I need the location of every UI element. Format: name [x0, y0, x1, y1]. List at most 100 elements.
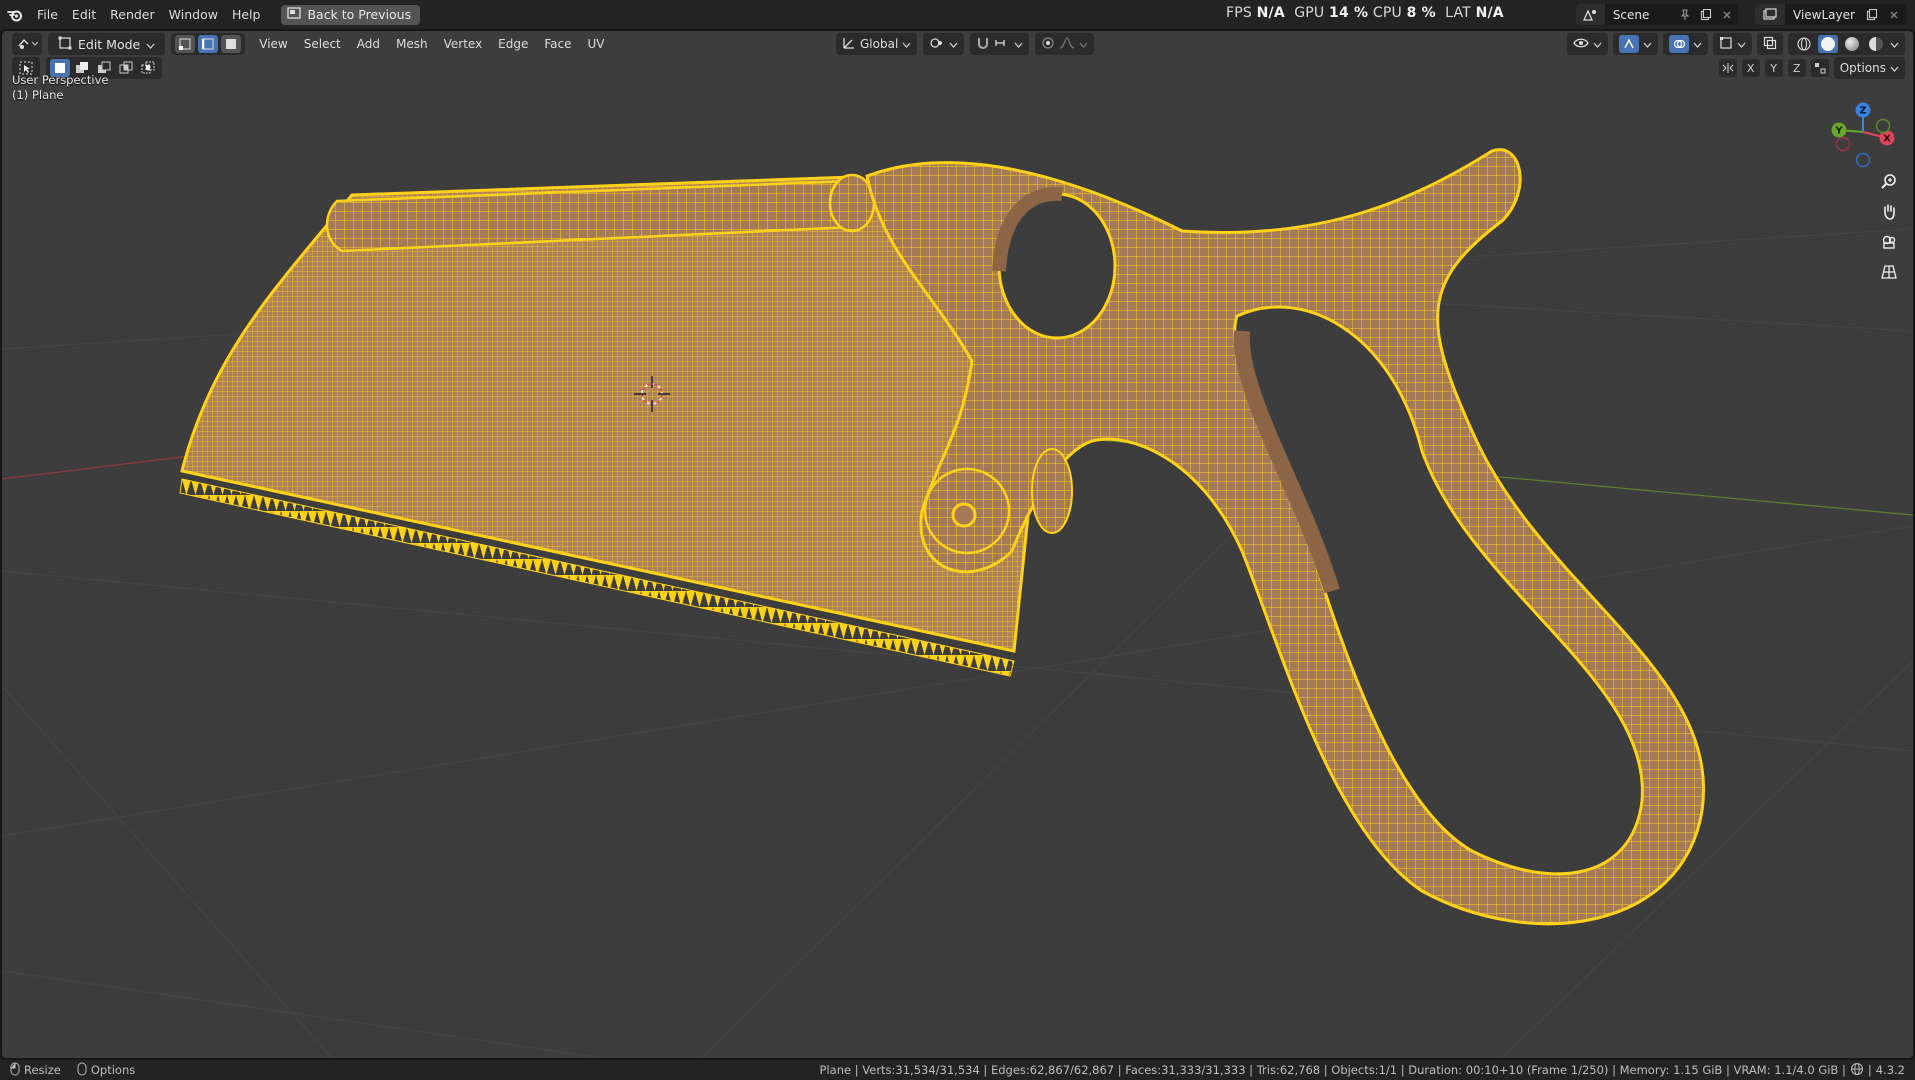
- menu-select[interactable]: Select: [296, 33, 349, 55]
- editor-type-selector[interactable]: [12, 33, 42, 55]
- camera-view-icon[interactable]: [1876, 229, 1902, 255]
- snap-increment-icon: [994, 36, 1010, 53]
- options-label: Options: [1839, 61, 1886, 75]
- vertex-select-button[interactable]: [175, 35, 196, 53]
- gizmo-x-label: X: [1883, 134, 1891, 145]
- mirror-y-button[interactable]: Y: [1764, 59, 1783, 77]
- lat-value: N/A: [1475, 5, 1504, 21]
- blender-logo-icon[interactable]: [0, 5, 30, 25]
- pin-icon[interactable]: [1675, 4, 1696, 25]
- menu-vertex[interactable]: Vertex: [436, 33, 491, 55]
- new-view-layer-icon[interactable]: [1861, 4, 1883, 25]
- top-bar: File Edit Render Window Help Back to Pre…: [0, 0, 1915, 29]
- gizmo-icon[interactable]: [1619, 35, 1639, 53]
- topology-mirror-icon[interactable]: [1810, 59, 1829, 77]
- chevron-down-icon: [1890, 61, 1899, 75]
- lat-label: LAT: [1445, 5, 1471, 21]
- mirror-z-button[interactable]: Z: [1787, 59, 1806, 77]
- chevron-down-icon: [1079, 37, 1088, 51]
- solid-shading-icon[interactable]: [1818, 35, 1838, 53]
- navigation-gizmo[interactable]: Z Y X: [1831, 102, 1895, 168]
- back-to-previous-button[interactable]: Back to Previous: [281, 4, 421, 25]
- face-select-button[interactable]: [221, 35, 242, 53]
- mirror-icon[interactable]: [1718, 59, 1737, 77]
- chevron-down-icon: [949, 37, 958, 51]
- gpu-value: 14 %: [1329, 5, 1369, 21]
- select-mode-group: [171, 33, 246, 55]
- menu-mesh[interactable]: Mesh: [388, 33, 436, 55]
- 3d-viewport[interactable]: Z Y X Edit Mode View Select Add Mesh Ver…: [0, 29, 1915, 1060]
- orientation-selector[interactable]: Global: [836, 33, 918, 55]
- chevron-down-icon: [1643, 37, 1652, 51]
- stats-text: Plane | Verts:31,534/31,534 | Edges:62,8…: [819, 1063, 1846, 1077]
- menu-edge[interactable]: Edge: [490, 33, 536, 55]
- gizmo-y-label: Y: [1834, 126, 1843, 137]
- xray-icon: [1763, 36, 1777, 53]
- viewport-display-controls: [1567, 33, 1905, 55]
- mirror-x-button[interactable]: X: [1741, 59, 1760, 77]
- menu-render[interactable]: Render: [103, 5, 162, 25]
- mouse-left-icon: [10, 1062, 20, 1079]
- new-scene-icon[interactable]: [1696, 4, 1717, 25]
- pivot-icon: [929, 36, 945, 53]
- mouse-right-icon: [77, 1062, 87, 1079]
- menu-file[interactable]: File: [30, 5, 65, 25]
- transform-settings: Global: [836, 33, 1095, 55]
- shading-mode-group: [1788, 33, 1905, 55]
- chevron-down-icon: [146, 37, 155, 52]
- xray-toggle[interactable]: [1757, 33, 1783, 55]
- intersect-selection-icon[interactable]: [138, 59, 158, 77]
- falloff-icon: [1059, 36, 1075, 52]
- mode-label: Edit Mode: [78, 36, 141, 52]
- gizmo-toggle[interactable]: [1613, 33, 1658, 55]
- pivot-point-selector[interactable]: [923, 33, 965, 55]
- snap-magnet-icon: [976, 36, 990, 53]
- view-layer-icon[interactable]: [1755, 4, 1785, 25]
- performance-readout: FPS N/A GPU 14 % CPU 8 % LAT N/A: [1226, 5, 1504, 21]
- view-layer-name[interactable]: ViewLayer: [1785, 8, 1861, 22]
- overlay-toggle[interactable]: [1663, 33, 1708, 55]
- menu-help[interactable]: Help: [225, 5, 268, 25]
- material-shading-icon[interactable]: [1842, 35, 1862, 53]
- visibility-selector[interactable]: [1567, 33, 1608, 55]
- fps-value: N/A: [1256, 5, 1285, 21]
- menu-uv[interactable]: UV: [580, 33, 613, 55]
- scene-selector[interactable]: Scene: [1576, 4, 1738, 25]
- menu-face[interactable]: Face: [536, 33, 579, 55]
- wireframe-shading-icon[interactable]: [1794, 35, 1814, 53]
- chevron-down-icon: [1014, 37, 1023, 51]
- scene-name[interactable]: Scene: [1605, 8, 1675, 22]
- cpu-value: 8 %: [1406, 5, 1436, 21]
- viewport-header: Edit Mode View Select Add Mesh Vertex Ed…: [12, 33, 613, 55]
- rendered-shading-icon[interactable]: [1866, 35, 1886, 53]
- menu-edit[interactable]: Edit: [65, 5, 103, 25]
- menu-add[interactable]: Add: [349, 33, 388, 55]
- mirror-options-bar: X Y Z Options: [1718, 57, 1905, 79]
- status-hints: Resize Options: [0, 1062, 135, 1079]
- remove-scene-icon[interactable]: [1717, 4, 1738, 25]
- orientation-icon: [842, 36, 856, 53]
- snapping-group[interactable]: [970, 33, 1030, 55]
- view-layer-selector[interactable]: ViewLayer: [1755, 4, 1907, 25]
- eye-icon: [1573, 37, 1589, 52]
- chevron-down-icon: [1593, 37, 1602, 51]
- menu-view[interactable]: View: [251, 33, 295, 55]
- pan-hand-icon[interactable]: [1876, 199, 1902, 225]
- overlays-icon[interactable]: [1669, 35, 1689, 53]
- mode-selector[interactable]: Edit Mode: [48, 33, 166, 55]
- fps-label: FPS: [1226, 5, 1252, 21]
- proportional-edit-icon: [1041, 36, 1055, 53]
- status-options-label: Options: [90, 1063, 136, 1077]
- mesh-edit-overlay-toggle[interactable]: [1713, 33, 1752, 55]
- saw-handle-mesh: [865, 148, 1705, 926]
- menu-window[interactable]: Window: [162, 5, 225, 25]
- options-dropdown[interactable]: Options: [1833, 57, 1905, 79]
- scene-icon[interactable]: [1576, 4, 1605, 25]
- zoom-icon[interactable]: [1876, 169, 1902, 195]
- remove-view-layer-icon[interactable]: [1883, 4, 1905, 25]
- proportional-edit-group[interactable]: [1035, 33, 1095, 55]
- perspective-grid-icon[interactable]: [1876, 259, 1902, 285]
- invert-selection-icon[interactable]: [116, 59, 136, 77]
- edge-select-button[interactable]: [198, 35, 219, 53]
- active-object-label: (1) Plane: [12, 88, 64, 102]
